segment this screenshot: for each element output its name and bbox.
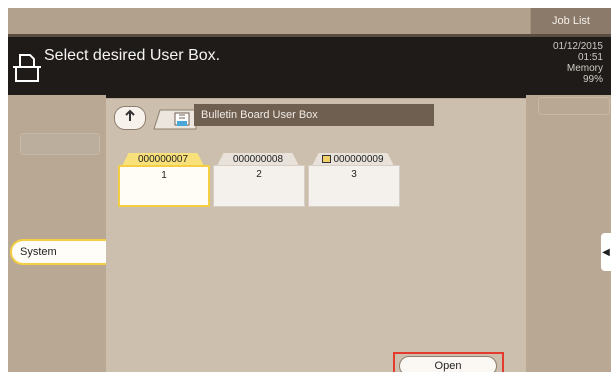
disabled-button: [538, 97, 610, 115]
up-arrow-icon: [123, 109, 137, 128]
left-column: System: [8, 95, 112, 372]
user-box-label: 1: [118, 165, 210, 207]
arrow-left-icon: ◀: [602, 246, 610, 258]
up-level-button[interactable]: [114, 106, 146, 130]
user-box-item[interactable]: 000000008 2: [213, 153, 305, 209]
open-button[interactable]: Open: [399, 356, 497, 372]
date-text: 01/12/2015: [552, 41, 603, 52]
open-button-highlight: Open: [393, 352, 504, 372]
memory-value: 99%: [582, 74, 603, 85]
system-tab[interactable]: System: [10, 239, 112, 265]
side-panel-toggle[interactable]: ◀: [601, 233, 611, 271]
user-box-item[interactable]: 000000007 1: [118, 153, 210, 209]
bulletin-board-icon: [152, 108, 198, 130]
user-box-label: 3: [308, 165, 400, 207]
top-bar: Job List: [8, 8, 611, 34]
user-box-label: 2: [213, 165, 305, 207]
memory-label: Memory: [566, 63, 603, 74]
user-box-panel: Bulletin Board User Box 000000007 1 0000…: [106, 99, 526, 372]
user-box-item[interactable]: 000000009 3: [308, 153, 400, 209]
time-text: 01:51: [577, 52, 603, 63]
right-column: ◀: [526, 95, 611, 372]
header-bar: Select desired User Box. 01/12/2015 01:5…: [8, 34, 611, 98]
job-list-tab[interactable]: Job List: [530, 8, 611, 34]
user-box-number: 000000009: [333, 154, 384, 165]
copier-screen: Job List Select desired User Box. 01/12/…: [8, 8, 611, 372]
breadcrumb: Bulletin Board User Box: [194, 104, 434, 126]
user-box-icon: [12, 49, 42, 85]
status-info: 01/12/2015 01:51 Memory 99%: [553, 41, 603, 85]
lock-icon: [322, 155, 332, 163]
disabled-button: [20, 133, 100, 155]
page-title: Select desired User Box.: [44, 47, 221, 64]
